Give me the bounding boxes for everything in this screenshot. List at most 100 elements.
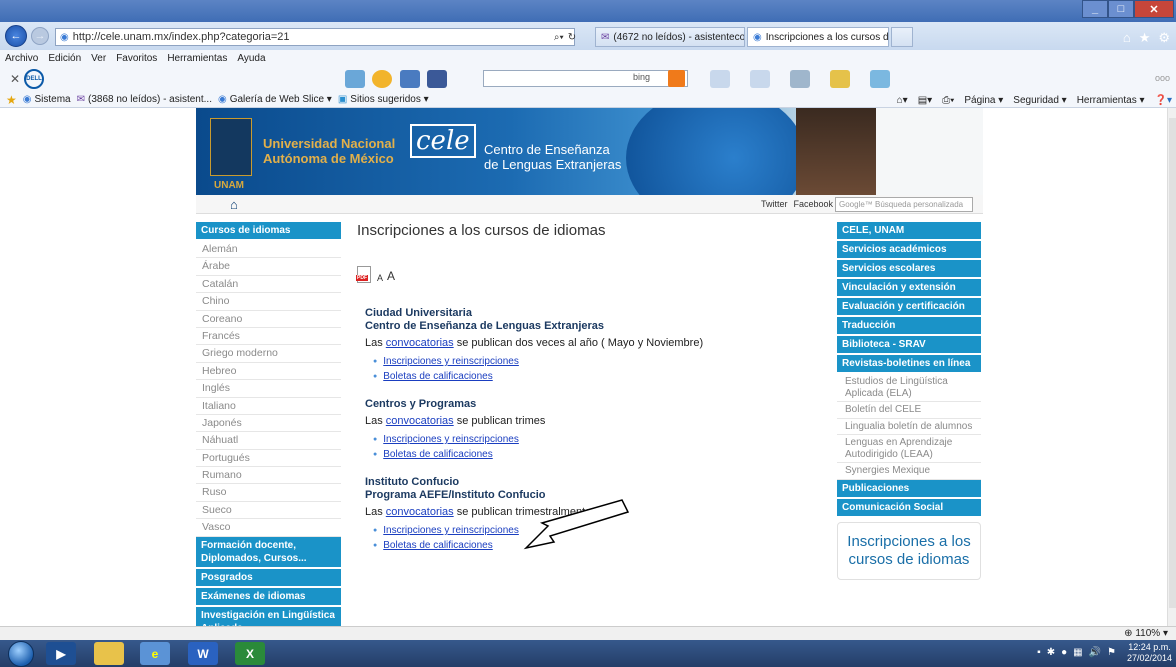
- facebook-icon[interactable]: [427, 70, 447, 88]
- bing-search-input[interactable]: [483, 70, 688, 87]
- cmd-herramientas[interactable]: Herramientas ▾: [1077, 95, 1145, 106]
- journal-item[interactable]: Synergies Mexique: [837, 463, 981, 480]
- ie-icon[interactable]: e: [140, 642, 170, 665]
- home-icon[interactable]: ⌂: [1123, 30, 1131, 46]
- language-item[interactable]: Griego moderno: [196, 345, 341, 363]
- fav-sitios-sugeridos[interactable]: ▣ Sitios sugeridos ▾: [338, 94, 429, 105]
- flower-icon[interactable]: [830, 70, 850, 88]
- language-item[interactable]: Japonés: [196, 415, 341, 433]
- language-item[interactable]: Coreano: [196, 311, 341, 328]
- twitter-link[interactable]: Twitter: [761, 199, 788, 209]
- flag-icon[interactable]: ⚑: [1107, 647, 1116, 658]
- convocatorias-link[interactable]: convocatorias: [386, 415, 454, 427]
- right-menu-head[interactable]: Revistas-boletines en línea: [837, 355, 981, 372]
- section-link[interactable]: Inscripciones y reinscripciones: [383, 356, 519, 367]
- fav-sistema[interactable]: ◉ Sistema: [23, 94, 71, 105]
- cloud-icon[interactable]: [870, 70, 890, 88]
- menu-head[interactable]: Formación docente, Diplomados, Cursos...: [196, 536, 341, 567]
- center-name[interactable]: Centro de Enseñanza de Lenguas Extranjer…: [484, 142, 621, 172]
- volume-icon[interactable]: 🔊: [1089, 647, 1101, 658]
- back-button[interactable]: ←: [5, 25, 27, 47]
- tray-icon-1[interactable]: ▪: [1037, 647, 1041, 658]
- home-icon[interactable]: ⌂: [230, 197, 238, 212]
- zoom-level[interactable]: ⊕ 110% ▾: [1124, 628, 1168, 639]
- language-item[interactable]: Sueco: [196, 502, 341, 520]
- game-icon[interactable]: [400, 70, 420, 88]
- journal-item[interactable]: Estudios de Lingüística Aplicada (ELA): [837, 374, 981, 402]
- language-item[interactable]: Italiano: [196, 398, 341, 415]
- section-link[interactable]: Inscripciones y reinscripciones: [383, 434, 519, 445]
- tray-icon-2[interactable]: ✱: [1047, 647, 1055, 658]
- excel-icon[interactable]: X: [235, 642, 265, 665]
- section-link[interactable]: Boletas de calificaciones: [383, 449, 493, 460]
- right-menu-head[interactable]: CELE, UNAM: [837, 222, 981, 239]
- tab-email[interactable]: ✉ (4672 no leídos) - asistentecor...: [595, 27, 745, 47]
- start-button[interactable]: [8, 641, 34, 667]
- section-link[interactable]: Boletas de calificaciones: [383, 540, 493, 551]
- menu-head[interactable]: Exámenes de idiomas: [196, 587, 341, 605]
- right-menu-head[interactable]: Vinculación y extensión: [837, 279, 981, 296]
- right-menu-head[interactable]: Servicios escolares: [837, 260, 981, 277]
- right-menu-head[interactable]: Servicios académicos: [837, 241, 981, 258]
- journal-item[interactable]: Lenguas en Aprendizaje Autodirigido (LEA…: [837, 435, 981, 463]
- network-icon[interactable]: ▦: [1073, 647, 1082, 658]
- chat-icon[interactable]: [750, 70, 770, 88]
- globe-icon[interactable]: [345, 70, 365, 88]
- help-icon[interactable]: ❓▾: [1155, 95, 1172, 106]
- cele-logo[interactable]: cele: [410, 124, 476, 158]
- inscripciones-banner[interactable]: Inscripciones a los cursos de idiomas: [837, 521, 981, 580]
- menu-head-cursos[interactable]: Cursos de idiomas: [196, 222, 341, 239]
- pdf-icon[interactable]: [356, 266, 371, 283]
- language-item[interactable]: Francés: [196, 328, 341, 346]
- word-icon[interactable]: W: [188, 642, 218, 665]
- close-toolbar-icon[interactable]: ✕: [10, 72, 20, 86]
- feeds-icon[interactable]: ▤▾: [918, 95, 932, 106]
- journal-item[interactable]: Lingualia boletín de alumnos: [837, 419, 981, 435]
- clock[interactable]: 12:24 p.m. 27/02/2014: [1127, 642, 1172, 664]
- address-input[interactable]: ◉ http://cele.unam.mx/index.php?categori…: [55, 28, 575, 46]
- media-player-icon[interactable]: ▶: [46, 642, 76, 665]
- language-item[interactable]: Vasco: [196, 519, 341, 537]
- right-menu-head[interactable]: Traducción: [837, 317, 981, 334]
- right-menu-head[interactable]: Biblioteca - SRAV: [837, 336, 981, 353]
- address-controls[interactable]: ⌕▾ ↻: [545, 28, 585, 46]
- section-link[interactable]: Boletas de calificaciones: [383, 371, 493, 382]
- forward-button[interactable]: →: [31, 27, 49, 45]
- new-tab-button[interactable]: [891, 27, 913, 47]
- fav-web-slice[interactable]: ◉ Galería de Web Slice ▾: [218, 94, 332, 105]
- menu-ver[interactable]: Ver: [91, 53, 106, 64]
- right-menu-head[interactable]: Comunicación Social: [837, 498, 981, 516]
- menu-head[interactable]: Posgrados: [196, 568, 341, 586]
- search-icon[interactable]: ⌕▾: [554, 32, 564, 43]
- tray-icon-3[interactable]: ●: [1061, 647, 1067, 658]
- right-menu-head[interactable]: Evaluación y certificación: [837, 298, 981, 315]
- favorites-star-icon[interactable]: ★: [6, 93, 17, 107]
- language-item[interactable]: Inglés: [196, 380, 341, 398]
- dell-logo-icon[interactable]: DELL: [24, 69, 44, 89]
- explorer-icon[interactable]: [94, 642, 124, 665]
- unam-shield-logo[interactable]: [210, 118, 252, 176]
- language-item[interactable]: Ruso: [196, 484, 341, 502]
- fav-email[interactable]: ✉ (3868 no leídos) - asistent...: [77, 94, 212, 105]
- language-item[interactable]: Chino: [196, 293, 341, 311]
- university-name[interactable]: Universidad Nacional Autónoma de México: [263, 136, 395, 166]
- close-button[interactable]: ✕: [1134, 0, 1174, 18]
- minimize-button[interactable]: _: [1082, 0, 1108, 18]
- section-link[interactable]: Inscripciones y reinscripciones: [383, 525, 519, 536]
- language-item[interactable]: Alemán: [196, 241, 341, 259]
- gear-icon[interactable]: ⚙: [1158, 30, 1170, 46]
- menu-edicion[interactable]: Edición: [48, 53, 81, 64]
- right-menu-head[interactable]: Publicaciones: [837, 479, 981, 497]
- cmd-seguridad[interactable]: Seguridad ▾: [1013, 95, 1066, 106]
- menu-ayuda[interactable]: Ayuda: [237, 53, 265, 64]
- maximize-button[interactable]: □: [1108, 0, 1134, 18]
- facebook-link[interactable]: Facebook: [793, 199, 833, 209]
- language-item[interactable]: Rumano: [196, 467, 341, 485]
- print-icon[interactable]: ⎙▾: [942, 95, 954, 106]
- scroll-thumb[interactable]: [1169, 118, 1176, 608]
- menu-head[interactable]: Investigación en Lingüística Aplicada: [196, 606, 341, 626]
- menu-herramientas[interactable]: Herramientas: [167, 53, 227, 64]
- menu-archivo[interactable]: Archivo: [5, 53, 38, 64]
- language-item[interactable]: Árabe: [196, 258, 341, 276]
- like-icon[interactable]: [710, 70, 730, 88]
